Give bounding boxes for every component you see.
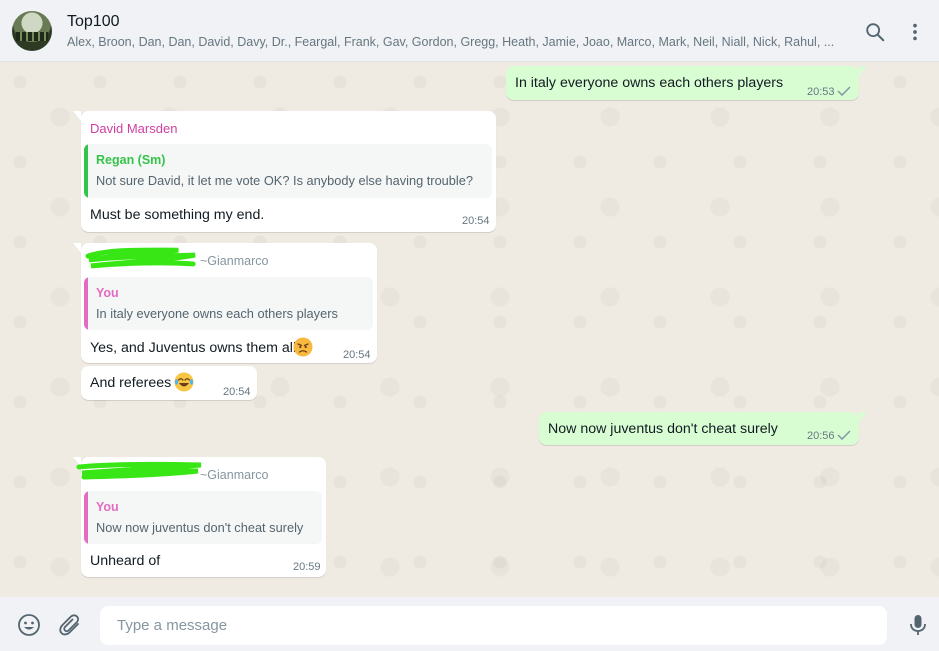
- quote-bar: [84, 491, 88, 544]
- quote-text: Not sure David, it let me vote OK? Is an…: [96, 173, 473, 188]
- message-bubble-incoming[interactable]: ~Gianmarco You In italy everyone owns ea…: [73, 243, 377, 363]
- sender-name[interactable]: David Marsden: [90, 121, 177, 136]
- message-input[interactable]: [100, 606, 887, 645]
- message-bubble-incoming[interactable]: ~Gianmarco You Now now juventus don't ch…: [73, 457, 326, 577]
- emoji-icon[interactable]: [17, 613, 41, 637]
- message-text: In italy everyone owns each others playe…: [515, 75, 784, 91]
- microphone-icon[interactable]: [906, 613, 930, 637]
- quoted-message[interactable]: You In italy everyone owns each others p…: [84, 277, 373, 330]
- message-time: 20:54: [223, 386, 251, 398]
- message-text: Now now juventus don't cheat surely: [548, 421, 778, 437]
- search-icon[interactable]: [864, 21, 886, 43]
- sender-name[interactable]: ~Gianmarco: [200, 254, 268, 268]
- chat-title[interactable]: Top100: [67, 13, 120, 31]
- quote-sender: You: [96, 500, 119, 514]
- redacted-phone-number: [85, 247, 196, 269]
- quote-bar: [84, 144, 88, 198]
- quote-text: In italy everyone owns each others playe…: [96, 306, 338, 321]
- chat-area[interactable]: In italy everyone owns each others playe…: [0, 62, 939, 597]
- message-text: Must be something my end.: [90, 207, 265, 223]
- message-text: Yes, and Juventus owns them all: [90, 340, 297, 356]
- message-text: And referees: [90, 375, 172, 391]
- paperclip-icon[interactable]: [58, 613, 82, 637]
- quoted-message[interactable]: Regan (Sm) Not sure David, it let me vot…: [84, 144, 492, 198]
- message-time: 20:56: [807, 430, 835, 442]
- message-time: 20:54: [462, 215, 490, 227]
- message-time: 20:59: [293, 561, 321, 573]
- menu-icon[interactable]: [904, 21, 926, 43]
- message-bubble-outgoing[interactable]: In italy everyone owns each others playe…: [506, 66, 867, 100]
- message-bubble-outgoing[interactable]: Now now juventus don't cheat surely 20:5…: [539, 412, 867, 445]
- message-bubble-incoming[interactable]: David Marsden Regan (Sm) Not sure David,…: [73, 111, 496, 232]
- message-time: 20:54: [343, 349, 371, 361]
- quoted-message[interactable]: You Now now juventus don't cheat surely: [84, 491, 322, 544]
- chat-members[interactable]: Alex, Broon, Dan, Dan, David, Davy, Dr.,…: [67, 35, 837, 49]
- quote-bar: [84, 277, 88, 330]
- message-time: 20:53: [807, 86, 835, 98]
- sender-name[interactable]: ~Gianmarco: [200, 468, 268, 482]
- sent-tick-icon: [837, 86, 851, 96]
- quote-text: Now now juventus don't cheat surely: [96, 520, 304, 535]
- chat-header: Top100 Alex, Broon, Dan, Dan, David, Dav…: [0, 0, 939, 62]
- tears-of-joy-face-icon: [174, 372, 194, 392]
- redacted-phone-number: [76, 461, 202, 480]
- message-text: Unheard of: [90, 553, 161, 569]
- angry-face-icon: [293, 337, 313, 357]
- quote-sender: Regan (Sm): [96, 153, 166, 167]
- quote-sender: You: [96, 286, 119, 300]
- message-input-container[interactable]: [100, 606, 887, 645]
- composer-bar: [0, 597, 939, 651]
- group-avatar[interactable]: [12, 11, 52, 51]
- message-bubble-incoming[interactable]: And referees 20:54: [81, 366, 257, 400]
- sent-tick-icon: [837, 430, 851, 440]
